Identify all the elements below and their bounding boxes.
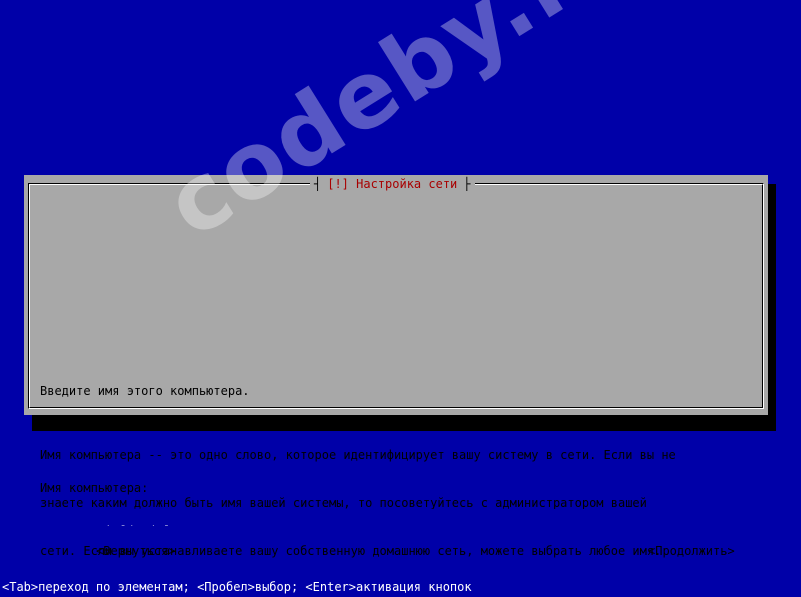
dialog-title-bar: ┤ [!] Настройка сети ├ — [310, 175, 475, 193]
dialog-frame-inner — [29, 184, 763, 408]
back-button[interactable]: <Вернуться> — [96, 543, 175, 559]
title-right-edge: ├ — [463, 177, 471, 191]
title-left-edge: ┤ — [314, 177, 322, 191]
instruction-text: Введите имя этого компьютера. — [40, 384, 250, 398]
hostname-value[interactable]: kali-mial — [106, 524, 172, 526]
hostname-input[interactable]: kali-mial — [62, 509, 776, 526]
hostname-input-fill — [177, 524, 776, 526]
network-config-dialog: ┤ [!] Настройка сети ├ Введите имя этого… — [24, 175, 776, 558]
dialog-title: [!] Настройка сети — [327, 177, 458, 191]
hostname-label: Имя компьютера: — [40, 481, 149, 495]
keyboard-help-bar: <Tab>переход по элементам; <Пробел>выбор… — [0, 577, 801, 597]
description-paragraph: Имя компьютера -- это одно слово, которо… — [40, 415, 676, 591]
description-line-1: Имя компьютера -- это одно слово, которо… — [40, 448, 676, 462]
dialog-frame — [28, 183, 764, 409]
installer-screen: ┤ [!] Настройка сети ├ Введите имя этого… — [0, 0, 801, 597]
continue-button[interactable]: <Продолжить> — [648, 543, 735, 559]
